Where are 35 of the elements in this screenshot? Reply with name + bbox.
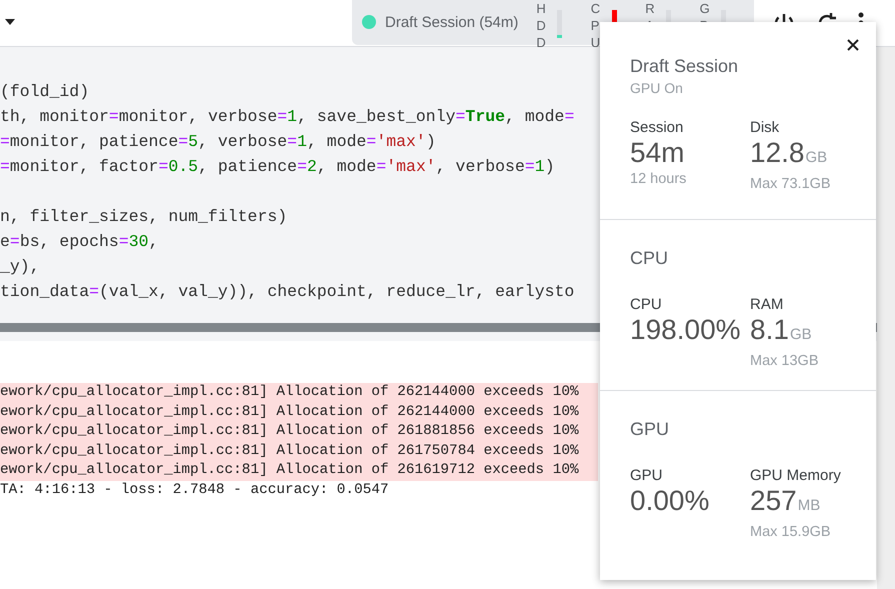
code-line: e=bs, epochs=30, bbox=[0, 231, 158, 253]
stat-value: 8.1GB bbox=[750, 315, 812, 347]
code-line: th, monitor=monitor, verbose=1, save_best_only=True, mode= bbox=[0, 106, 574, 128]
stat-label: GPU Memory bbox=[750, 466, 841, 486]
popover-title: Draft Session bbox=[630, 56, 740, 77]
stat-note: 12 hours bbox=[630, 171, 686, 187]
dropdown-caret-icon[interactable] bbox=[5, 19, 15, 25]
status-dot bbox=[362, 15, 376, 29]
code-line: =monitor, factor=0.5, patience=2, mode='max', verbose=1) bbox=[0, 156, 555, 178]
session-label: Draft Session (54m) bbox=[362, 0, 518, 44]
stat-label: RAM bbox=[750, 295, 784, 315]
stat-value: 198.00% bbox=[630, 315, 741, 345]
stat-note: Max 13GB bbox=[750, 353, 818, 369]
stat-value: 0.00% bbox=[630, 486, 710, 516]
section-heading: GPU bbox=[630, 419, 670, 440]
popover-subtitle: GPU On bbox=[630, 80, 684, 96]
stat-value: 12.8GB bbox=[750, 138, 828, 170]
code-line: (fold_id) bbox=[0, 81, 90, 103]
code-line: _y), bbox=[0, 256, 40, 278]
code-line: n, filter_sizes, num_filters) bbox=[0, 206, 288, 228]
stat-note: Max 73.1GB bbox=[750, 176, 831, 192]
scrollbar-track[interactable] bbox=[877, 47, 895, 589]
stat-note: Max 15.9GB bbox=[750, 524, 831, 540]
stat-label: Disk bbox=[750, 118, 780, 138]
section-heading: CPU bbox=[630, 248, 670, 269]
meter-label: HDD bbox=[536, 0, 547, 51]
stat-value: 54m bbox=[630, 138, 684, 168]
stat-label: Session bbox=[630, 118, 684, 138]
stat-value: 257 MB bbox=[750, 486, 820, 518]
stat-label: GPU bbox=[630, 466, 663, 486]
meter-label: CPU bbox=[590, 0, 602, 51]
output-line: TA: 4:16:13 - loss: 2.7848 - accuracy: 0.0547 bbox=[0, 480, 390, 500]
code-line: =monitor, patience=5, verbose=1, mode='max') bbox=[0, 131, 436, 153]
code-line: tion_data=(val_x, val_y)), checkpoint, reduce_lr, earlysto bbox=[0, 281, 574, 303]
stat-label: CPU bbox=[630, 295, 662, 315]
